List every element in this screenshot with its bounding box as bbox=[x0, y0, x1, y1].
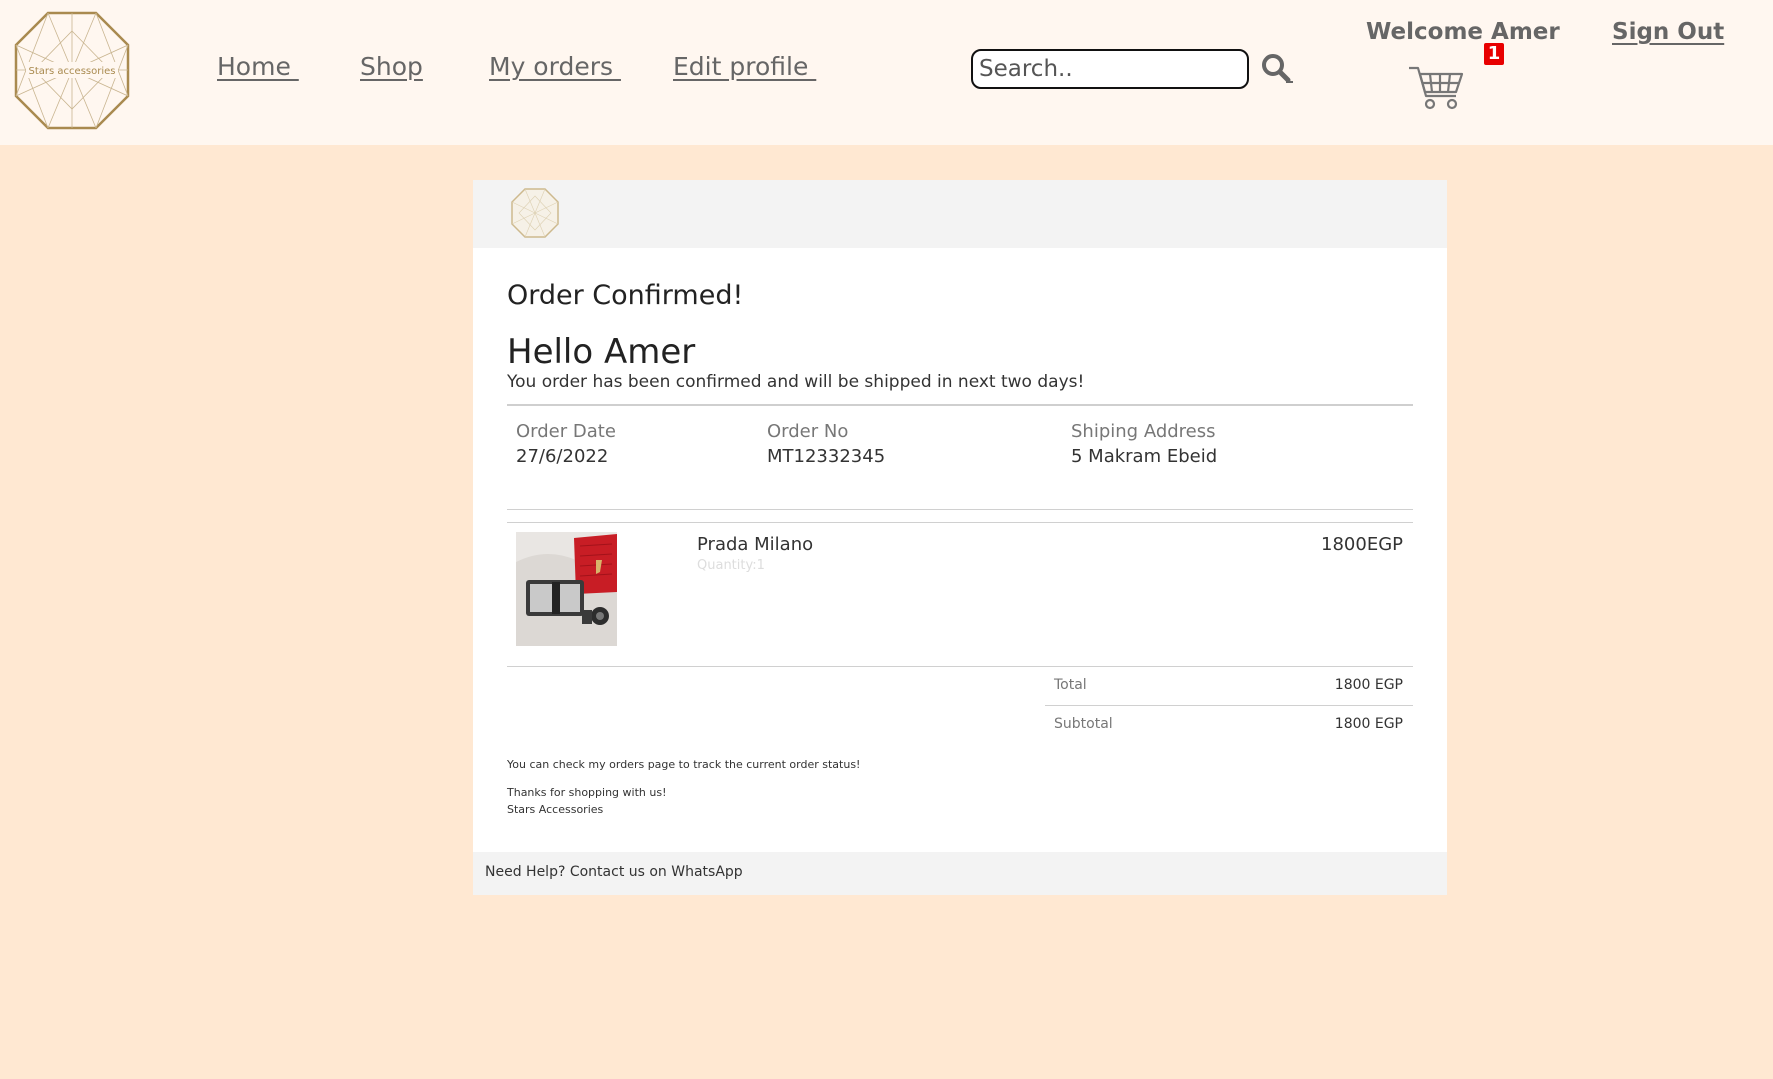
order-confirmation-card: Order Confirmed! Hello Amer You order ha… bbox=[473, 180, 1447, 895]
order-number-label: Order No bbox=[767, 421, 849, 442]
shipping-address-label: Shiping Address bbox=[1071, 421, 1216, 442]
nav-home-link[interactable]: Home bbox=[217, 52, 299, 81]
cart-icon[interactable] bbox=[1408, 62, 1464, 112]
site-header: Stars accessories Home Shop My orders Ed… bbox=[0, 0, 1773, 145]
stars-accessories-logo[interactable]: Stars accessories bbox=[14, 11, 130, 130]
search-icon[interactable] bbox=[1260, 52, 1294, 84]
total-label: Total bbox=[1054, 677, 1087, 693]
greeting-heading: Hello Amer bbox=[507, 332, 696, 372]
product-photo bbox=[516, 532, 617, 646]
shipping-address-value: 5 Makram Ebeid bbox=[1071, 446, 1218, 467]
divider bbox=[507, 509, 1413, 510]
stars-accessories-small-logo bbox=[511, 188, 559, 238]
divider bbox=[507, 522, 1413, 523]
signature-text: Stars Accessories bbox=[507, 803, 604, 816]
total-value: 1800 EGP bbox=[1334, 677, 1403, 693]
confirmation-message: You order has been confirmed and will be… bbox=[507, 372, 1085, 392]
order-date-value: 27/6/2022 bbox=[516, 446, 609, 467]
product-price: 1800EGP bbox=[1321, 534, 1403, 555]
thanks-text: Thanks for shopping with us! bbox=[507, 786, 667, 799]
summary-divider bbox=[1045, 705, 1413, 706]
nav-edit-profile-link[interactable]: Edit profile bbox=[673, 52, 816, 81]
nav-my-orders-link[interactable]: My orders bbox=[489, 52, 621, 81]
search-input[interactable] bbox=[971, 49, 1249, 89]
order-date-label: Order Date bbox=[516, 421, 616, 442]
product-name: Prada Milano bbox=[697, 534, 814, 555]
welcome-text: Welcome Amer bbox=[1366, 19, 1560, 45]
order-number-value: MT12332345 bbox=[767, 446, 886, 467]
logo-brand-text: Stars accessories bbox=[29, 66, 116, 77]
whatsapp-help-link[interactable]: Need Help? Contact us on WhatsApp bbox=[485, 864, 743, 880]
nav-shop-link[interactable]: Shop bbox=[360, 52, 423, 81]
product-quantity: Quantity:1 bbox=[697, 558, 765, 573]
card-footer: Need Help? Contact us on WhatsApp bbox=[473, 852, 1447, 895]
card-header bbox=[473, 180, 1447, 248]
track-order-note: You can check my orders page to track th… bbox=[507, 758, 861, 771]
divider bbox=[507, 404, 1413, 406]
summary-divider bbox=[1045, 666, 1413, 667]
subtotal-label: Subtotal bbox=[1054, 716, 1113, 732]
order-confirmed-title: Order Confirmed! bbox=[507, 280, 744, 311]
subtotal-value: 1800 EGP bbox=[1334, 716, 1403, 732]
cart-count-badge: 1 bbox=[1484, 43, 1504, 65]
sign-out-link[interactable]: Sign Out bbox=[1612, 19, 1724, 45]
